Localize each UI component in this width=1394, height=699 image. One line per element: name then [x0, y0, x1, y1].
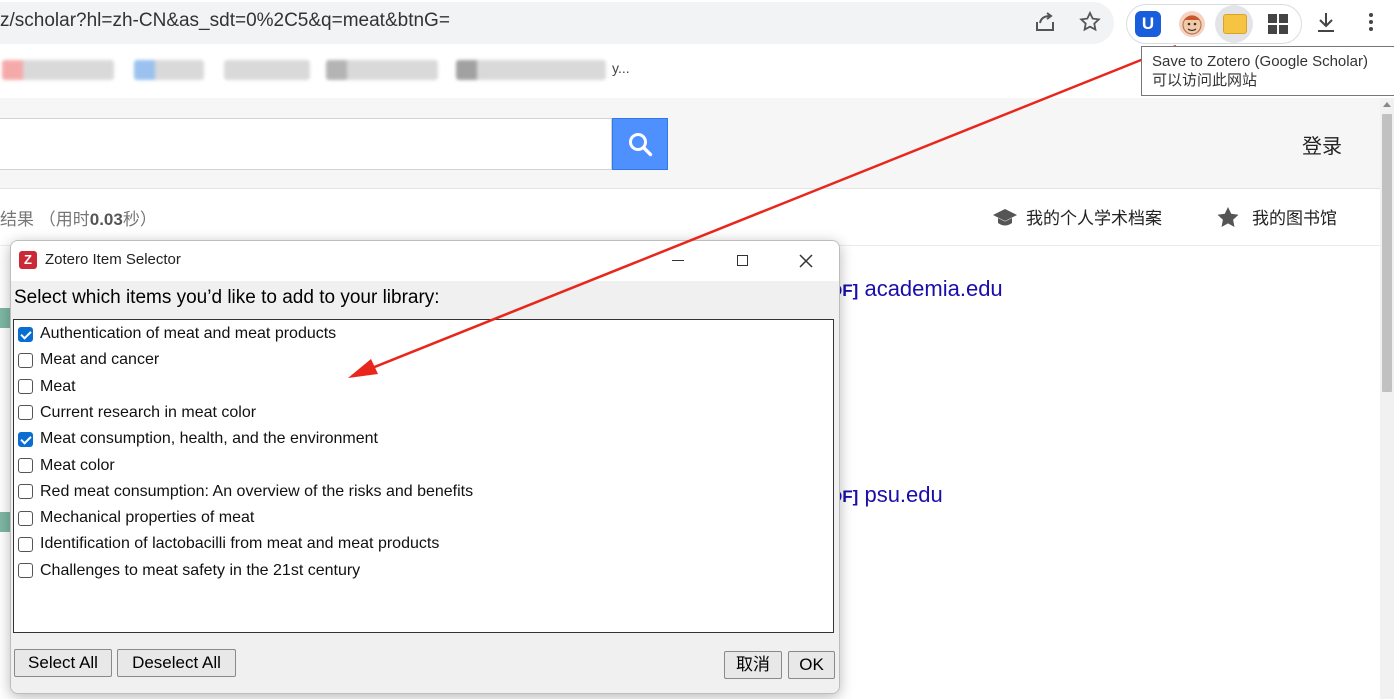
item-row[interactable]: Meat consumption, health, and the enviro…: [18, 427, 378, 451]
item-label: Challenges to meat safety in the 21st ce…: [40, 561, 361, 579]
star-icon[interactable]: [1078, 10, 1102, 34]
item-label: Mechanical properties of meat: [40, 509, 255, 527]
item-row[interactable]: Meat and cancer: [18, 348, 159, 372]
maximize-button[interactable]: [719, 241, 765, 281]
dialog-body: Select which items you’d like to add to …: [11, 281, 839, 693]
close-button[interactable]: [783, 241, 829, 281]
bookmark-item[interactable]: [326, 60, 438, 80]
dialog-prompt: Select which items you’d like to add to …: [14, 287, 440, 308]
ok-button[interactable]: OK: [788, 651, 835, 679]
close-icon: [799, 254, 813, 268]
item-label: Authentication of meat and meat products: [40, 325, 337, 342]
share-icon[interactable]: [1033, 10, 1057, 34]
checkbox-unchecked[interactable]: [18, 352, 33, 368]
checkbox-unchecked[interactable]: [18, 563, 33, 579]
item-label: Red meat consumption: An overview of the…: [40, 482, 474, 500]
item-row[interactable]: Authentication of meat and meat products: [18, 322, 336, 346]
my-profile-link[interactable]: 我的个人学术档案: [992, 204, 1162, 229]
extensions-puzzle-icon[interactable]: [1267, 13, 1289, 35]
bookmark-item[interactable]: [456, 60, 606, 80]
item-row[interactable]: Meat: [18, 375, 76, 399]
login-link[interactable]: 登录: [1302, 130, 1342, 159]
result-1-fragment: [0, 308, 10, 328]
graduation-cap-icon: [993, 209, 1017, 226]
item-row[interactable]: Mechanical properties of meat: [18, 506, 254, 530]
scroll-thumb[interactable]: [1382, 114, 1392, 392]
result-2-pdf-link[interactable]: DF] psu.edu: [830, 482, 943, 508]
select-all-button[interactable]: Select All: [14, 649, 112, 677]
checkbox-unchecked[interactable]: [18, 458, 33, 473]
search-header: 登录: [0, 98, 1380, 189]
bookmark-overflow-text: y...: [612, 60, 630, 76]
checkbox-unchecked[interactable]: [18, 379, 33, 395]
zotero-item-selector-dialog: Z Zotero Item Selector Select which item…: [10, 240, 840, 694]
scroll-up-arrow-icon[interactable]: [1383, 102, 1391, 107]
page-scrollbar[interactable]: [1380, 98, 1394, 699]
my-library-link[interactable]: 我的图书馆: [1216, 204, 1337, 229]
minimize-button[interactable]: [655, 241, 701, 281]
search-input[interactable]: [0, 118, 612, 170]
result-2-fragment: [0, 512, 10, 532]
cancel-button[interactable]: 取消: [724, 651, 782, 679]
item-label: Meat consumption, health, and the enviro…: [40, 430, 378, 448]
search-icon: [629, 133, 653, 157]
results-count: 结果 （用时0.03秒）: [0, 210, 157, 229]
item-row[interactable]: Identification of lactobacilli from meat…: [18, 532, 439, 556]
library-star-icon: [1217, 207, 1239, 227]
maximize-icon: [737, 255, 748, 266]
item-row[interactable]: Challenges to meat safety in the 21st ce…: [18, 559, 360, 583]
download-icon[interactable]: [1314, 10, 1338, 34]
browser-toolbar: z/scholar?hl=zh-CN&as_sdt=0%2C5&q=meat&b…: [0, 0, 1394, 46]
minimize-icon: [672, 260, 684, 261]
item-row[interactable]: Current research in meat color: [18, 401, 256, 425]
face-extension-icon[interactable]: [1179, 11, 1205, 37]
item-label: Identification of lactobacilli from meat…: [40, 535, 440, 553]
checkbox-checked[interactable]: [18, 326, 33, 342]
checkbox-unchecked[interactable]: [18, 536, 33, 552]
deselect-all-button[interactable]: Deselect All: [117, 649, 236, 677]
item-list[interactable]: Authentication of meat and meat products…: [13, 319, 834, 633]
item-label: Meat color: [40, 456, 115, 474]
kebab-menu-icon[interactable]: [1359, 10, 1383, 34]
dialog-titlebar[interactable]: Z Zotero Item Selector: [11, 241, 839, 281]
tooltip-line-1: Save to Zotero (Google Scholar): [1152, 53, 1368, 70]
zotero-tooltip: Save to Zotero (Google Scholar) 可以访问此网站: [1141, 46, 1394, 96]
checkbox-unchecked[interactable]: [18, 510, 33, 526]
checkbox-unchecked[interactable]: [18, 405, 33, 421]
bookmark-item[interactable]: [2, 60, 114, 80]
item-row[interactable]: Red meat consumption: An overview of the…: [18, 480, 473, 504]
item-label: Meat and cancer: [40, 351, 160, 369]
item-label: Meat: [40, 377, 76, 395]
dialog-title: Zotero Item Selector: [45, 251, 181, 268]
item-label: Current research in meat color: [40, 403, 257, 421]
bookmark-item[interactable]: [134, 60, 204, 80]
bookmark-item[interactable]: [224, 60, 310, 80]
bitwarden-icon[interactable]: U: [1135, 11, 1161, 37]
zotero-logo-icon: Z: [19, 251, 37, 269]
tooltip-line-2: 可以访问此网站: [1152, 72, 1258, 89]
search-button[interactable]: [612, 118, 668, 170]
checkbox-unchecked[interactable]: [18, 484, 33, 500]
results-bar: 结果 （用时0.03秒） 我的个人学术档案 我的图书馆: [0, 189, 1380, 246]
result-1-pdf-link[interactable]: DF] academia.edu: [830, 276, 1003, 302]
item-row[interactable]: Meat color: [18, 454, 115, 478]
url-text[interactable]: z/scholar?hl=zh-CN&as_sdt=0%2C5&q=meat&b…: [0, 10, 450, 32]
checkbox-checked[interactable]: [18, 431, 33, 447]
extensions-group: U: [1126, 4, 1302, 44]
zotero-folder-icon[interactable]: [1223, 14, 1247, 34]
